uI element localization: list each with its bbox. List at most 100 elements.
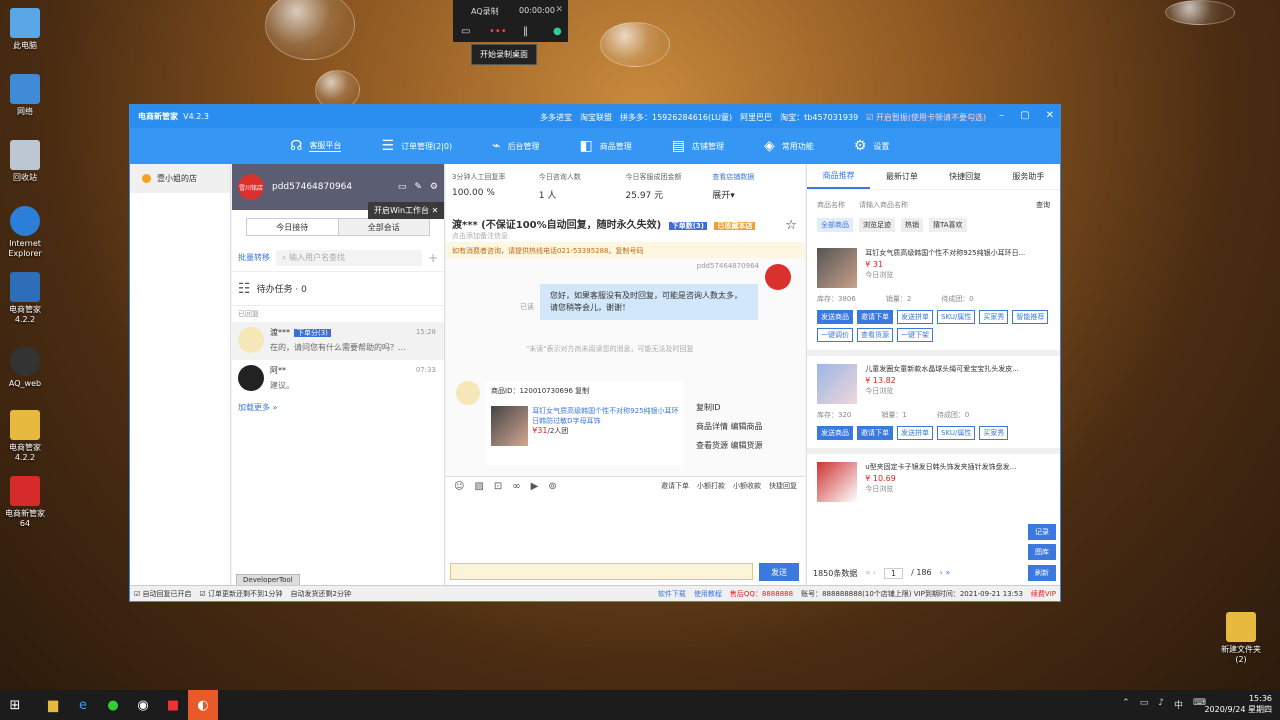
group-button[interactable]: 发送拼单 xyxy=(897,426,933,440)
page-input[interactable]: 1 xyxy=(884,568,904,579)
chip[interactable]: 热销 xyxy=(901,218,923,232)
screenshot-icon[interactable]: ⊡ xyxy=(494,481,502,492)
desktop-icon-app64[interactable]: 电商新管家 64 xyxy=(4,476,46,529)
close-icon[interactable]: ✕ xyxy=(555,5,563,15)
shop-item[interactable]: 壹小姐的店 xyxy=(130,164,230,193)
nav-tools[interactable]: ◈ 常用功能 xyxy=(764,138,814,154)
prev-icon[interactable]: « ‹ xyxy=(865,568,876,579)
tab-quickreply[interactable]: 快捷回复 xyxy=(934,164,997,189)
tab-today[interactable]: 今日接待 xyxy=(247,219,339,235)
nav-orders[interactable]: ☰ 订单管理(2|0) xyxy=(381,138,452,154)
source-button[interactable]: 查看货源 xyxy=(857,328,893,342)
download-link[interactable]: 软件下载 xyxy=(658,589,686,599)
monitor-icon[interactable]: ▭ xyxy=(398,182,407,192)
record-icon[interactable]: ••• xyxy=(489,26,507,37)
desktop-icon-recycle[interactable]: 回收站 xyxy=(4,140,46,183)
platform-link[interactable]: 阿里巴巴 xyxy=(740,112,772,123)
stat-shop-data[interactable]: 查看店铺数据 展开▾ xyxy=(712,172,799,204)
app-icon[interactable]: ● xyxy=(98,690,128,720)
todo-row[interactable]: ☷ 待办任务 · 0 xyxy=(232,272,444,306)
chip[interactable]: 全部商品 xyxy=(817,218,853,232)
desktop-icon-ie[interactable]: Internet Explorer xyxy=(4,206,46,259)
desktop-icon-aqweb[interactable]: AQ_web xyxy=(4,346,46,389)
aq-icon[interactable]: ◉ xyxy=(128,690,158,720)
gear-icon[interactable]: ⚙ xyxy=(430,182,438,192)
status-item[interactable]: ☑ 自动回复已开启 xyxy=(134,589,192,599)
batch-transfer-link[interactable]: 批量转移 xyxy=(238,252,270,263)
group-button[interactable]: 发送拼单 xyxy=(897,310,933,324)
minimize-icon[interactable]: – xyxy=(999,110,1004,121)
buyer-show-button[interactable]: 买家秀 xyxy=(979,426,1009,440)
image-icon[interactable]: ▨ xyxy=(474,481,483,492)
desktop-icon-app[interactable]: 电商管家 4.2.2 xyxy=(4,272,46,325)
tutorial-link[interactable]: 使用教程 xyxy=(694,589,722,599)
autoreply-checkbox[interactable]: ☑ 开启暂振(使用卡顿请不要勾选) xyxy=(866,112,986,123)
chip[interactable]: 猜TA喜欢 xyxy=(929,218,967,232)
sku-button[interactable]: SKU/属性 xyxy=(937,310,976,324)
query-button[interactable]: 查询 xyxy=(1036,200,1050,210)
explorer-icon[interactable]: ▆ xyxy=(38,690,68,720)
price-button[interactable]: 一键调价 xyxy=(817,328,853,342)
close-icon[interactable]: ✕ xyxy=(1046,110,1054,121)
message-input[interactable] xyxy=(450,563,753,580)
buyer-show-button[interactable]: 买家秀 xyxy=(979,310,1009,324)
recorder-icon[interactable]: ◐ xyxy=(188,690,218,720)
pause-icon[interactable]: ‖ xyxy=(523,26,528,37)
invite-order-link[interactable]: 邀请下单 xyxy=(661,481,689,492)
add-icon[interactable]: + xyxy=(428,251,438,265)
load-more-link[interactable]: 加载更多 » xyxy=(232,398,444,417)
search-input[interactable]: ⌕ 输入用户名查找 xyxy=(276,249,422,266)
platform-link[interactable]: 淘宝联盟 xyxy=(580,112,612,123)
nav-backend[interactable]: ⌁ 后台管理 xyxy=(492,138,539,154)
quick-reply-link[interactable]: 快捷回复 xyxy=(769,481,797,492)
send-product-button[interactable]: 发送商品 xyxy=(817,426,853,440)
platform-link[interactable]: 多多进宝 xyxy=(540,112,572,123)
screen-icon[interactable]: ▭ xyxy=(461,26,470,37)
record-button[interactable]: 记录 xyxy=(1028,524,1056,540)
desktop-icon-computer[interactable]: 此电脑 xyxy=(4,8,46,51)
renew-link[interactable]: 续费VIP xyxy=(1031,589,1056,599)
smart-button[interactable]: 智能推荐 xyxy=(1012,310,1049,324)
dianshang-icon[interactable]: ■ xyxy=(158,690,188,720)
win-workbench-tip[interactable]: 开启Win工作台 ✕ xyxy=(368,202,445,219)
edit-icon[interactable]: ✎ xyxy=(414,182,422,192)
list-item[interactable]: 阿** 建议。 07:33 xyxy=(232,360,444,398)
desktop-icon-newfolder[interactable]: 新建文件夹 (2) xyxy=(1218,612,1264,665)
mic-icon[interactable]: ● xyxy=(553,26,562,37)
nav-service[interactable]: ☊ 客服平台 xyxy=(290,138,342,154)
invite-button[interactable]: 邀请下单 xyxy=(857,310,893,324)
gallery-button[interactable]: 图库 xyxy=(1028,544,1056,560)
tab-assistant[interactable]: 服务助手 xyxy=(997,164,1060,189)
ime-icon[interactable]: 中 xyxy=(1174,698,1183,711)
coupon-icon[interactable]: ⊚ xyxy=(548,481,556,492)
link-icon[interactable]: ∞ xyxy=(512,481,520,492)
detail-item[interactable]: 商品详情 编辑商品 xyxy=(696,417,763,436)
ie-icon[interactable]: e xyxy=(68,690,98,720)
platform-link[interactable]: 拼多多：15926284616(LU童) xyxy=(620,112,732,123)
volume-icon[interactable]: ♪ xyxy=(1158,698,1164,711)
invite-button[interactable]: 邀请下单 xyxy=(857,426,893,440)
product-search-input[interactable]: 请输入商品名称 xyxy=(859,200,1022,210)
send-product-button[interactable]: 发送商品 xyxy=(817,310,853,324)
sku-button[interactable]: SKU/属性 xyxy=(937,426,976,440)
nav-settings[interactable]: ⚙ 设置 xyxy=(854,138,890,154)
chip[interactable]: 浏览足迹 xyxy=(859,218,895,232)
tab-orders[interactable]: 最新订单 xyxy=(870,164,933,189)
desktop-icon-folder[interactable]: 电商管家 4.2.2 xyxy=(4,410,46,463)
tab-recommend[interactable]: 商品推荐 xyxy=(807,164,871,189)
send-button[interactable]: 发送 xyxy=(759,563,799,581)
star-icon[interactable]: ☆ xyxy=(785,218,797,233)
desktop-icon-network[interactable]: 网络 xyxy=(4,74,46,117)
nav-products[interactable]: ◧ 商品管理 xyxy=(580,138,632,154)
platform-link[interactable]: 淘宝：tb457031939 xyxy=(780,112,858,123)
tab-all[interactable]: 全部会话 xyxy=(338,219,429,235)
maximize-icon[interactable]: ▢ xyxy=(1020,110,1029,121)
nav-shop[interactable]: ▤ 店铺管理 xyxy=(672,138,724,154)
filter-select[interactable]: 商品名称 xyxy=(817,200,845,210)
video-icon[interactable]: ▶ xyxy=(531,481,539,492)
collect-link[interactable]: 小额收款 xyxy=(733,481,761,492)
status-item[interactable]: ☑ 订单更新还剩不到1分钟 xyxy=(200,589,283,599)
copy-id-item[interactable]: 复制ID xyxy=(696,398,763,417)
clock[interactable]: 15:36 2020/9/24 星期四 xyxy=(1204,693,1272,715)
tray-icon[interactable]: ⌃ xyxy=(1122,698,1130,711)
